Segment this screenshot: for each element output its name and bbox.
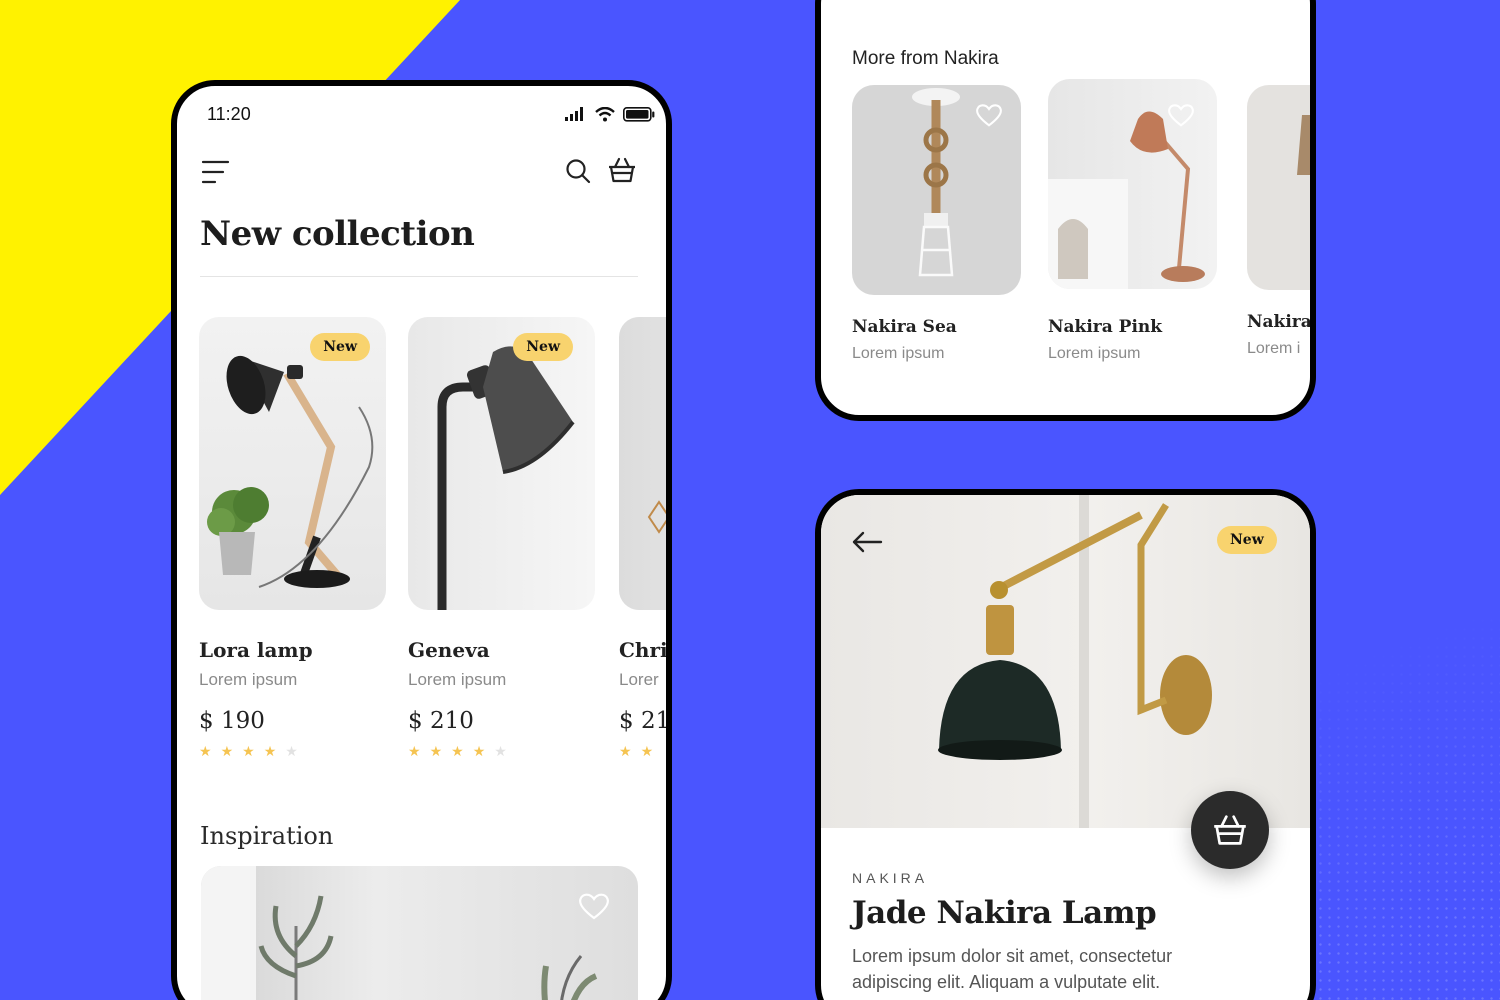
star-icon: ★ (640, 743, 654, 759)
heart-icon (1168, 104, 1194, 127)
product-subtitle: Lorem ipsum (408, 670, 507, 689)
related-product-image (852, 85, 1021, 295)
brand-label: NAKIRA (852, 870, 929, 886)
rating-stars: ★ ★ ★ ★ ★ (408, 744, 595, 758)
star-icon: ★ (429, 743, 443, 759)
product-card[interactable]: New Geneva Lorem ipsum $ 210 ★ ★ ★ ★ ★ (408, 317, 595, 758)
phone-new-collection: 11:20 New collection New Lora lamp Lorem… (171, 80, 672, 1000)
star-icon: ★ (220, 743, 234, 759)
related-product-image (1247, 85, 1310, 290)
product-subtitle: Lorem ipsum (199, 670, 298, 689)
basket-icon (609, 157, 635, 183)
new-badge: New (1217, 526, 1277, 554)
desk-lamp-image (207, 355, 374, 588)
inspiration-card[interactable] (201, 866, 638, 1000)
search-button[interactable] (565, 158, 591, 184)
star-icon: ★ (408, 743, 421, 759)
related-product-image (1048, 79, 1217, 289)
product-name: Chri (619, 638, 668, 662)
section-title-more-from: More from Nakira (852, 48, 999, 69)
related-product-card[interactable]: Nakira Sea Lorem ipsum (852, 85, 1021, 363)
related-product-subtitle: Lorem ipsum (1048, 345, 1141, 362)
rating-stars: ★ ★ (619, 743, 666, 759)
product-image (619, 317, 666, 610)
star-icon: ★ (619, 743, 632, 759)
add-to-cart-button[interactable] (1191, 791, 1269, 869)
search-icon (566, 159, 591, 184)
floor-lamp-image (437, 346, 575, 610)
battery-icon (623, 106, 655, 122)
related-product-subtitle: Lorem ipsum (852, 345, 945, 362)
page-title: New collection (200, 214, 475, 254)
product-card[interactable]: New Lora lamp Lorem ipsum $ 190 ★ ★ ★ ★ ★ (199, 317, 386, 758)
star-icon: ★ (199, 743, 212, 759)
product-image: New (199, 317, 386, 610)
related-product-name: Nakira ( (1247, 312, 1312, 332)
favorite-button[interactable] (1167, 103, 1195, 129)
favorite-button[interactable] (975, 103, 1003, 129)
product-price: $ 210 (408, 708, 474, 734)
product-description: Lorem ipsum dolor sit amet, consectetur … (852, 946, 1173, 992)
phone-product-detail: New NAKIRA Jade Nakira Lamp Lorem ipsum … (815, 489, 1316, 1000)
product-name: Lora lamp (199, 638, 313, 662)
cart-button[interactable] (607, 156, 637, 184)
star-icon: ★ (451, 743, 464, 759)
pendant-lamp-image (647, 500, 666, 534)
product-card[interactable]: Chri Lorer $ 21( ★★ (619, 317, 671, 759)
star-icon: ★ (472, 743, 486, 759)
related-product-subtitle: Lorem i (1247, 340, 1301, 357)
product-price: $ 21( (619, 708, 671, 734)
star-icon: ★ (263, 743, 277, 759)
arrow-left-icon (852, 531, 883, 553)
menu-button[interactable] (201, 160, 231, 184)
back-button[interactable] (851, 531, 883, 553)
star-icon: ★ (494, 743, 507, 759)
section-title-inspiration: Inspiration (200, 822, 334, 850)
new-badge: New (513, 333, 573, 361)
status-icons (565, 104, 655, 124)
phone-more-from-brand: More from Nakira Nakira Sea Lorem ipsum (815, 0, 1316, 421)
related-product-card[interactable]: Nakira ( Lorem i (1247, 85, 1312, 358)
basket-icon (1214, 815, 1246, 845)
product-subtitle: Lorer (619, 670, 659, 689)
hamburger-menu-icon (201, 160, 230, 184)
product-title: Jade Nakira Lamp (852, 895, 1157, 931)
related-product-name: Nakira Pink (1048, 317, 1163, 337)
heart-icon (976, 104, 1002, 127)
related-product-name: Nakira Sea (852, 317, 957, 337)
product-image: New (408, 317, 595, 610)
signal-icon (565, 107, 583, 121)
related-product-card[interactable]: Nakira Pink Lorem ipsum (1048, 79, 1217, 363)
status-time: 11:20 (207, 104, 251, 124)
product-price: $ 190 (199, 708, 265, 734)
favorite-button[interactable] (578, 892, 609, 920)
rating-stars: ★ ★ ★ ★ ★ (199, 744, 386, 758)
heart-icon (579, 893, 609, 920)
wifi-icon (595, 106, 615, 121)
star-icon: ★ (242, 743, 255, 759)
title-divider (200, 276, 638, 277)
new-badge: New (310, 333, 370, 361)
product-name: Geneva (408, 638, 490, 662)
inspiration-image (201, 866, 598, 1000)
shade-lamp-image (1297, 115, 1310, 175)
star-icon: ★ (285, 743, 298, 759)
